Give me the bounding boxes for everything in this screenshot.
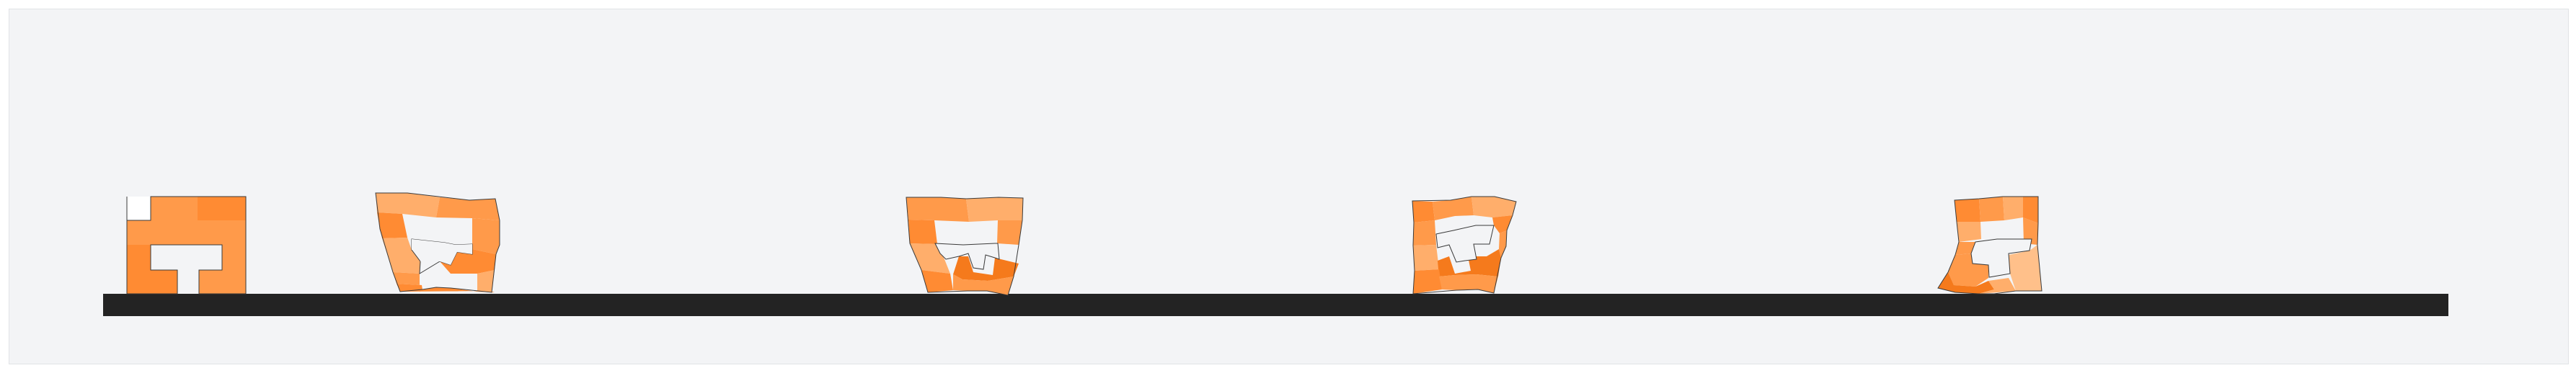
voxel (966, 197, 1023, 222)
voxel (151, 197, 198, 220)
voxel (1439, 274, 1498, 293)
voxel (1413, 245, 1439, 271)
voxel (906, 197, 969, 222)
robot-snapshot-4 (1412, 196, 1517, 295)
voxel (997, 220, 1022, 245)
voxel (127, 270, 177, 294)
voxel (908, 220, 937, 244)
voxel (198, 197, 246, 220)
robot-snapshot-5 (1937, 196, 2042, 295)
voxel (1413, 220, 1436, 246)
voxel (2003, 197, 2023, 220)
voxel (1979, 197, 2004, 222)
voxel (127, 245, 151, 270)
voxel (127, 197, 151, 220)
ground-bar (103, 294, 2448, 316)
voxel (1412, 201, 1435, 223)
robot-snapshot-2 (375, 192, 500, 293)
figure-frame (0, 0, 2576, 373)
voxel (953, 256, 1019, 281)
voxel (1957, 222, 1981, 242)
voxel (127, 220, 246, 245)
robot-snapshot-3 (906, 197, 1024, 296)
voxel (1492, 215, 1513, 233)
voxel (1955, 199, 1980, 222)
voxel (436, 197, 500, 220)
simulation-scene (103, 192, 2448, 316)
voxel (222, 245, 246, 270)
voxel (472, 218, 500, 254)
voxel (199, 270, 246, 294)
robot-snapshot-1 (126, 196, 247, 295)
voxel (1413, 269, 1442, 294)
